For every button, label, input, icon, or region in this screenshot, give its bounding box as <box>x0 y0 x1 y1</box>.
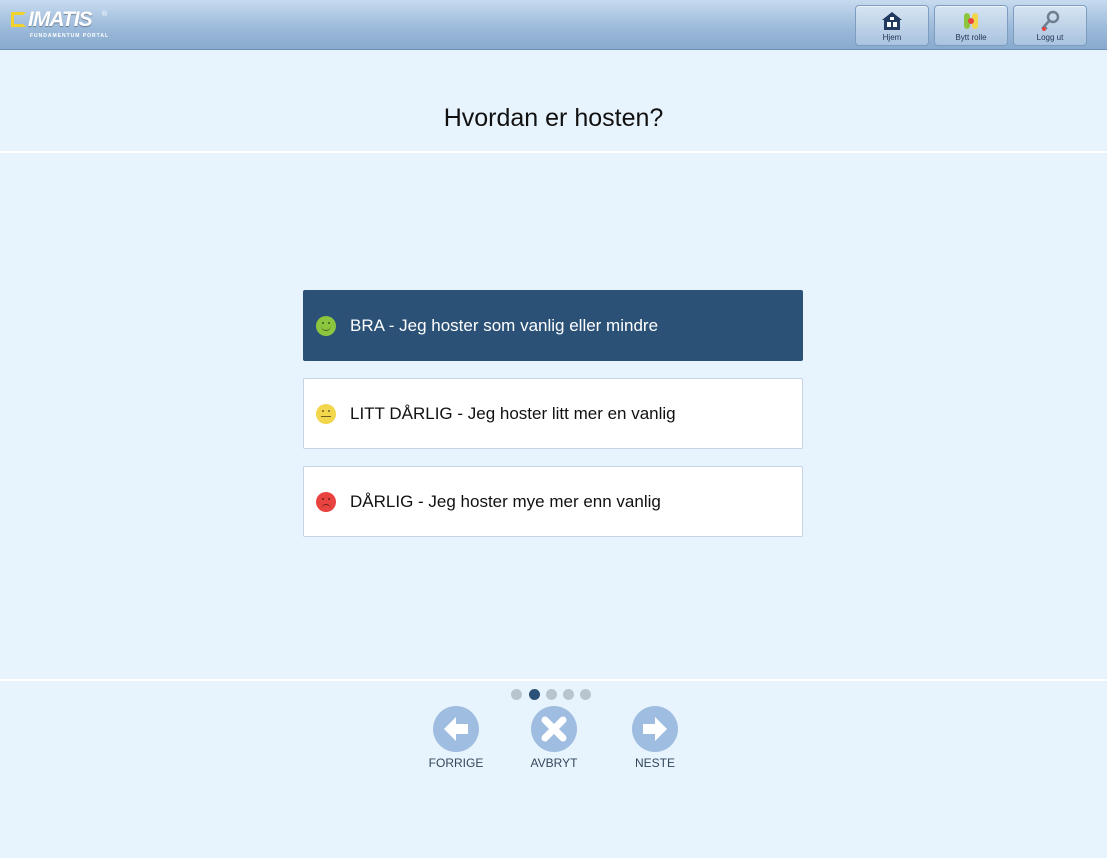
imatis-logo: IMATIS ® FUNDAMENTUM PORTAL <box>11 8 111 41</box>
logo-subtitle: FUNDAMENTUM PORTAL <box>30 33 110 39</box>
sad-face-icon <box>316 492 336 512</box>
logout-label: Logg ut <box>1036 33 1064 42</box>
logout-button[interactable]: Logg ut <box>1013 5 1087 46</box>
key-icon <box>1039 10 1061 32</box>
page-dot-active <box>529 689 540 700</box>
logo-mark-icon <box>11 12 26 27</box>
happy-face-icon <box>316 316 336 336</box>
switch-role-icon <box>960 10 982 32</box>
switch-role-label: Bytt rolle <box>955 33 987 42</box>
close-icon <box>531 706 577 752</box>
home-icon <box>881 10 903 32</box>
page-dot <box>511 689 522 700</box>
switch-role-button[interactable]: Bytt rolle <box>934 5 1008 46</box>
option-slightly-bad-label: LITT DÅRLIG - Jeg hoster litt mer en van… <box>350 404 676 423</box>
page-dot <box>580 689 591 700</box>
divider-top <box>0 151 1107 153</box>
neutral-face-icon <box>316 404 336 424</box>
option-bad[interactable]: DÅRLIG - Jeg hoster mye mer enn vanlig <box>303 466 803 537</box>
next-button[interactable]: NESTE <box>615 706 695 770</box>
home-button-label: Hjem <box>882 33 902 42</box>
arrow-left-icon <box>433 706 479 752</box>
option-slightly-bad[interactable]: LITT DÅRLIG - Jeg hoster litt mer en van… <box>303 378 803 449</box>
question-title: Hvordan er hosten? <box>443 104 664 132</box>
logo-registered-mark: ® <box>102 11 108 18</box>
cancel-label: AVBRYT <box>530 756 578 770</box>
home-button[interactable]: Hjem <box>855 5 929 46</box>
cancel-button[interactable]: AVBRYT <box>514 706 594 770</box>
option-good-label: BRA - Jeg hoster som vanlig eller mindre <box>350 316 659 335</box>
divider-bottom <box>0 679 1107 681</box>
top-bar: IMATIS ® FUNDAMENTUM PORTAL Hjem Bytt ro… <box>0 0 1107 50</box>
logo-text: IMATIS <box>28 8 93 31</box>
previous-button[interactable]: FORRIGE <box>416 706 496 770</box>
arrow-right-icon <box>632 706 678 752</box>
previous-label: FORRIGE <box>428 756 484 770</box>
page-dot <box>546 689 557 700</box>
next-label: NESTE <box>634 756 675 770</box>
option-bad-label: DÅRLIG - Jeg hoster mye mer enn vanlig <box>350 492 661 511</box>
page-dot <box>563 689 574 700</box>
option-good[interactable]: BRA - Jeg hoster som vanlig eller mindre <box>303 290 803 361</box>
